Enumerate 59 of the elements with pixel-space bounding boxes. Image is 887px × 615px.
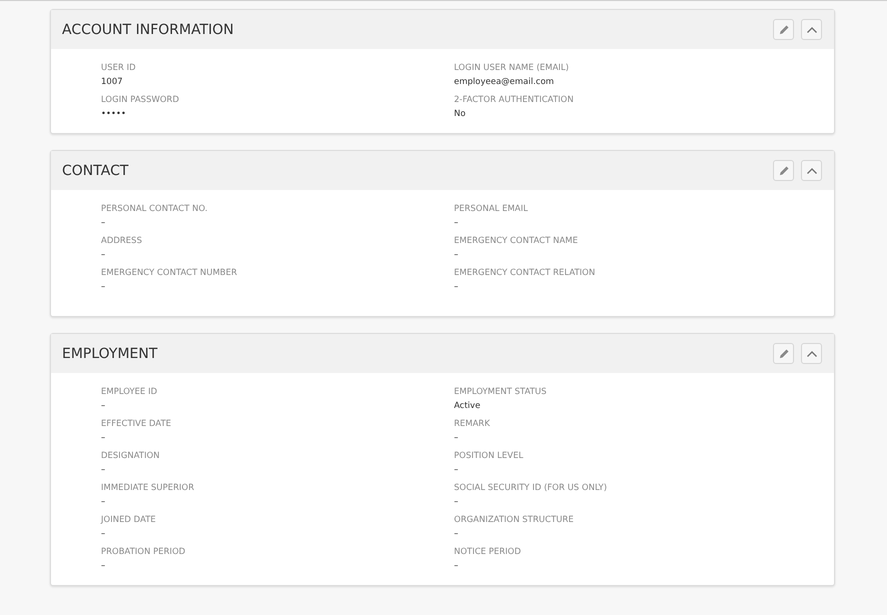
field-label: EMPLOYMENT STATUS: [454, 387, 548, 397]
pencil-icon: [778, 24, 790, 36]
field-value: No: [454, 109, 467, 119]
field-value: –: [454, 529, 460, 539]
chevron-up-icon: [806, 166, 818, 174]
field-value: 1007: [101, 77, 124, 87]
field-value: –: [454, 282, 460, 292]
field-value: •••••: [101, 109, 128, 119]
field-label: USER ID: [101, 63, 137, 73]
chevron-up-icon: [806, 350, 818, 358]
field-label: JOINED DATE: [101, 515, 157, 525]
field-label: REMARK: [454, 419, 491, 429]
field-value: –: [454, 433, 460, 443]
field-label: EFFECTIVE DATE: [101, 419, 172, 429]
field-value: –: [101, 433, 106, 443]
field-value: –: [454, 465, 460, 475]
field-label: PERSONAL EMAIL: [454, 204, 529, 214]
field-value: –: [101, 561, 106, 571]
field-value: –: [101, 529, 106, 539]
field-value: –: [101, 250, 106, 260]
field-value: Active: [454, 401, 482, 411]
field-label: EMERGENCY CONTACT NAME: [454, 236, 579, 246]
field-label: LOGIN PASSWORD: [101, 95, 180, 105]
field-label: ADDRESS: [101, 236, 143, 246]
field-label: NOTICE PERIOD: [454, 547, 522, 557]
field-label: IMMEDIATE SUPERIOR: [101, 483, 196, 493]
field-label: PROBATION PERIOD: [101, 547, 186, 557]
field-label: LOGIN USER NAME (EMAIL): [454, 63, 570, 73]
field-label: SOCIAL SECURITY ID (FOR US ONLY): [454, 483, 608, 493]
section-title: CONTACT: [62, 162, 128, 178]
section-title: EMPLOYMENT: [62, 346, 158, 362]
field-label: EMPLOYEE ID: [101, 387, 158, 397]
field-value: –: [101, 497, 106, 507]
field-value: –: [454, 497, 460, 507]
edit-button[interactable]: [773, 160, 794, 181]
collapse-button[interactable]: [801, 19, 822, 40]
field-label: ORGANIZATION STRUCTURE: [454, 515, 575, 525]
field-value: –: [454, 561, 460, 571]
pencil-icon: [778, 348, 790, 360]
field-value: –: [101, 465, 106, 475]
chevron-up-icon: [806, 26, 818, 34]
field-label: 2-FACTOR AUTHENTICATION: [454, 95, 575, 105]
field-label: DESIGNATION: [101, 451, 161, 461]
section-title: ACCOUNT INFORMATION: [62, 22, 234, 38]
field-value: –: [101, 401, 106, 411]
field-label: POSITION LEVEL: [454, 451, 524, 461]
field-value: –: [101, 282, 106, 292]
edit-button[interactable]: [773, 19, 794, 40]
edit-button[interactable]: [773, 343, 794, 364]
collapse-button[interactable]: [801, 343, 822, 364]
field-label: PERSONAL CONTACT NO.: [101, 204, 209, 214]
field-value: employeea@email.com: [454, 77, 555, 87]
field-value: –: [454, 250, 460, 260]
collapse-button[interactable]: [801, 160, 822, 181]
field-value: –: [101, 218, 106, 228]
pencil-icon: [778, 164, 790, 176]
field-value: –: [454, 218, 460, 228]
field-label: EMERGENCY CONTACT RELATION: [454, 268, 596, 278]
field-label: EMERGENCY CONTACT NUMBER: [101, 268, 238, 278]
